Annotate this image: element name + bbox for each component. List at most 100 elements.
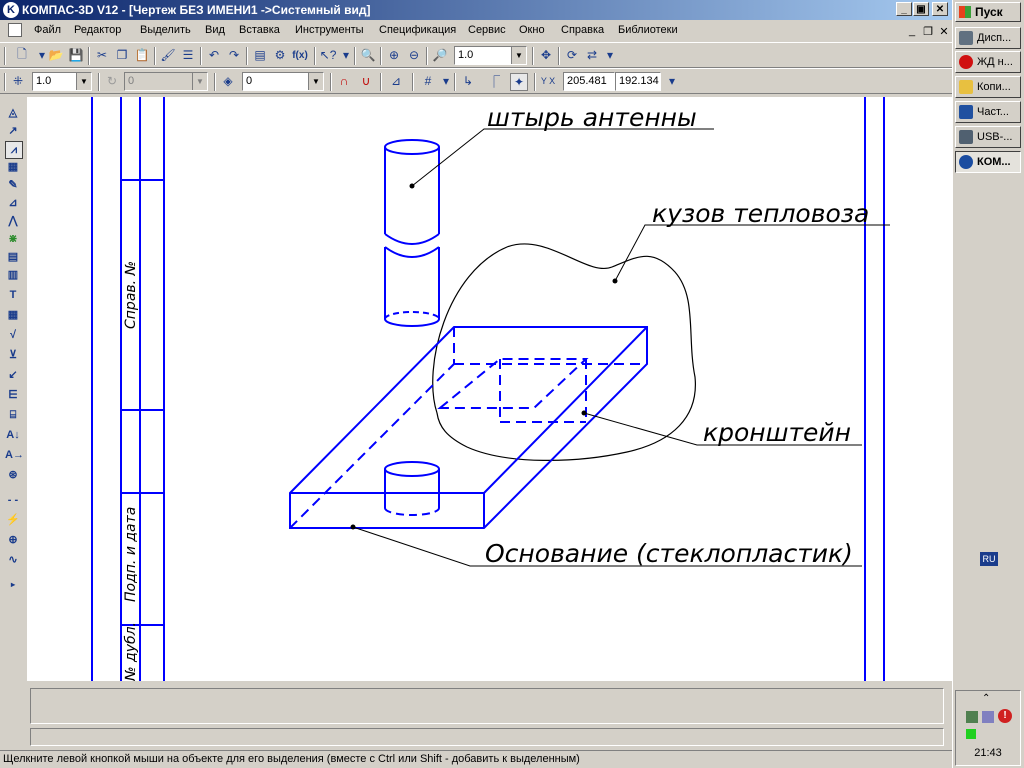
properties-icon[interactable]: ☰: [180, 47, 196, 63]
locomotive-body-outline[interactable]: [432, 243, 696, 461]
network-icon[interactable]: [966, 711, 978, 723]
clock[interactable]: 21:43: [956, 747, 1020, 759]
variables-icon[interactable]: ⚙: [272, 47, 288, 63]
cut-icon[interactable]: ✂: [94, 47, 110, 63]
toolbar-grip[interactable]: [4, 73, 6, 91]
fx-icon[interactable]: f(x): [292, 47, 308, 63]
wave-line-icon[interactable]: ∿: [5, 552, 21, 568]
open-icon[interactable]: 📂: [48, 47, 64, 63]
language-indicator[interactable]: RU: [980, 552, 998, 566]
new-document-icon[interactable]: 🗋: [14, 47, 30, 63]
kompas-app-icon[interactable]: K: [3, 2, 19, 18]
mdi-close-button[interactable]: ✕: [938, 25, 950, 38]
undo-icon[interactable]: ↶: [206, 47, 222, 63]
mdi-minimize-button[interactable]: _: [906, 25, 918, 37]
zoom-scale-icon[interactable]: 🔎: [432, 47, 448, 63]
edit-icon[interactable]: ▦: [5, 159, 21, 175]
task-button-folder[interactable]: Копи...: [955, 76, 1021, 98]
manager-icon[interactable]: ▤: [252, 47, 268, 63]
help-dropdown-icon[interactable]: ▾: [338, 47, 354, 63]
cursor-step-combo[interactable]: 1.0 ▼: [32, 72, 92, 91]
axis-line-icon[interactable]: ⊛: [5, 467, 21, 483]
properties-panel[interactable]: [30, 688, 944, 724]
base-plate[interactable]: [289, 326, 648, 529]
task-button-device-manager[interactable]: Дисп...: [955, 27, 1021, 49]
menu-insert[interactable]: Вставка: [239, 24, 280, 36]
mdi-restore-button[interactable]: ❐: [922, 25, 934, 38]
roughness-icon[interactable]: √: [5, 327, 21, 343]
lightning-icon[interactable]: ⚡: [5, 512, 21, 528]
local-cs-icon[interactable]: ↳: [460, 73, 476, 89]
zoom-out-icon[interactable]: ⊖: [406, 47, 422, 63]
status-indicator-icon[interactable]: [966, 729, 976, 739]
menu-tools[interactable]: Инструменты: [295, 24, 364, 36]
start-button[interactable]: Пуск: [955, 2, 1021, 22]
layers-icon[interactable]: ◈: [220, 73, 236, 89]
document-icon[interactable]: [8, 23, 22, 37]
task-button-opera[interactable]: ЖД н...: [955, 51, 1021, 73]
parametrization-icon[interactable]: ✎: [5, 177, 21, 193]
rounding-icon[interactable]: ✦: [510, 73, 528, 91]
cursor-step-icon[interactable]: ⁜: [10, 73, 26, 89]
volume-icon[interactable]: [982, 711, 994, 723]
section-line-icon[interactable]: A↓: [5, 427, 21, 443]
angle-step-combo[interactable]: 0 ▼: [124, 72, 208, 91]
maximize-button[interactable]: ▣: [913, 2, 929, 16]
menu-libraries[interactable]: Библиотеки: [618, 24, 678, 36]
select-icon[interactable]: ⋀: [5, 213, 21, 229]
menu-edit[interactable]: Редактор: [74, 24, 121, 36]
minimize-button[interactable]: _: [896, 2, 912, 16]
tray-expand-icon[interactable]: ⌃: [982, 693, 990, 704]
symbols-icon[interactable]: ⩘: [5, 141, 23, 159]
zoom-in-icon[interactable]: ⊕: [386, 47, 402, 63]
ortho-icon[interactable]: ⊿: [388, 73, 404, 89]
snap-dash-icon[interactable]: - -: [5, 492, 21, 508]
spec-icon[interactable]: ▤: [5, 249, 21, 265]
chevron-down-icon[interactable]: ▼: [308, 73, 323, 90]
panel-options-icon[interactable]: ▸: [5, 577, 21, 593]
base-cylinder[interactable]: [384, 461, 440, 516]
menu-help[interactable]: Справка: [561, 24, 604, 36]
position-leader-icon[interactable]: ⋿: [5, 387, 21, 403]
chevron-down-icon[interactable]: ▼: [76, 73, 91, 90]
y-coordinate-field[interactable]: 192.134: [615, 72, 661, 91]
task-button-usb[interactable]: USB-...: [955, 126, 1021, 148]
chevron-down-icon[interactable]: ▼: [511, 47, 526, 64]
menu-window[interactable]: Окно: [519, 24, 545, 36]
grid-dropdown-icon[interactable]: ▾: [438, 73, 454, 89]
title-bar[interactable]: K КОМПАС-3D V12 - [Чертеж БЕЗ ИМЕНИ1 ->С…: [0, 0, 952, 20]
toolbar-options-icon[interactable]: ▾: [602, 47, 618, 63]
redo-icon[interactable]: ↷: [226, 47, 242, 63]
task-button-kompas[interactable]: КОМ...: [955, 151, 1021, 173]
menu-file[interactable]: Файл: [34, 24, 61, 36]
associative-views-icon[interactable]: ⋇: [5, 231, 21, 247]
angle-step-icon[interactable]: ↻: [104, 73, 120, 89]
brush-icon[interactable]: 🖌: [160, 47, 176, 63]
menu-service[interactable]: Сервис: [468, 24, 506, 36]
table-icon[interactable]: ▦: [5, 307, 21, 323]
snap-magnet-icon[interactable]: ∩: [336, 73, 352, 89]
grid-icon[interactable]: #: [420, 73, 436, 89]
help-cursor-icon[interactable]: ↖?: [320, 47, 337, 63]
geometry-icon[interactable]: ◬: [5, 105, 21, 121]
dimensions-icon[interactable]: ↗: [5, 123, 21, 139]
zoom-scale-combo[interactable]: 1.0 ▼: [454, 46, 527, 65]
center-mark-icon[interactable]: ⊕: [5, 532, 21, 548]
toolbar-options-icon[interactable]: ▾: [664, 73, 680, 89]
text-icon[interactable]: T: [5, 287, 21, 303]
paste-icon[interactable]: 📋: [134, 47, 150, 63]
antenna-pin[interactable]: [384, 139, 440, 327]
task-button-word[interactable]: Част...: [955, 101, 1021, 123]
save-icon[interactable]: 💾: [68, 47, 84, 63]
ortho-mode-icon[interactable]: ⎾: [486, 73, 502, 89]
menu-select[interactable]: Выделить: [140, 24, 191, 36]
layer-combo[interactable]: 0 ▼: [242, 72, 324, 91]
view-arrow-icon[interactable]: A→: [5, 447, 24, 463]
menu-specification[interactable]: Спецификация: [379, 24, 456, 36]
rebuild-icon[interactable]: ⇄: [584, 47, 600, 63]
pan-icon[interactable]: ✥: [538, 47, 554, 63]
menu-view[interactable]: Вид: [205, 24, 225, 36]
reports-icon[interactable]: ▥: [5, 267, 21, 283]
chevron-down-icon[interactable]: ▼: [192, 73, 207, 90]
warning-icon[interactable]: !: [998, 709, 1012, 723]
